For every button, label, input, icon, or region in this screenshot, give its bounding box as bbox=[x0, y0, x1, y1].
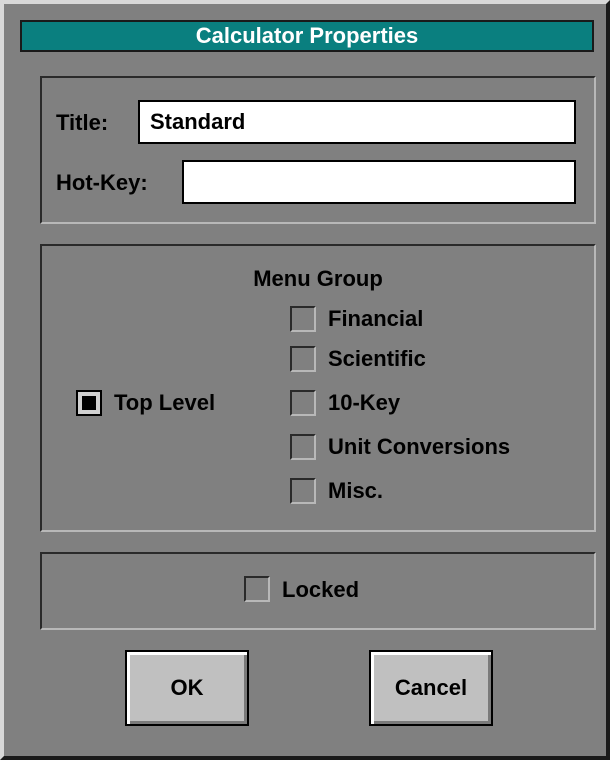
locked-label: Locked bbox=[282, 577, 360, 602]
scientific-label: Scientific bbox=[328, 346, 426, 371]
unit-conversions-checkbox[interactable] bbox=[290, 434, 316, 460]
menu-group-heading: Menu Group bbox=[253, 266, 383, 291]
checkbox-check-mark bbox=[82, 396, 96, 410]
calculator-properties-dialog: Calculator Properties Title: Hot-Key: Me… bbox=[0, 0, 610, 760]
title-input[interactable] bbox=[138, 100, 576, 144]
ok-button[interactable]: OK bbox=[125, 650, 249, 726]
financial-checkbox[interactable] bbox=[290, 306, 316, 332]
hotkey-input[interactable] bbox=[182, 160, 576, 204]
menu-group-box: Menu Group Top Level Financial Scientifi… bbox=[40, 244, 596, 532]
cancel-button[interactable]: Cancel bbox=[369, 650, 493, 726]
unit-conversions-label: Unit Conversions bbox=[328, 434, 511, 459]
locked-checkbox[interactable] bbox=[244, 576, 270, 602]
financial-label: Financial bbox=[328, 306, 424, 331]
misc-checkbox[interactable] bbox=[290, 478, 316, 504]
scientific-checkbox[interactable] bbox=[290, 346, 316, 372]
hotkey-label: Hot-Key: bbox=[56, 170, 148, 195]
ten-key-label: 10-Key bbox=[328, 390, 401, 415]
title-hotkey-group: Title: Hot-Key: bbox=[40, 76, 596, 224]
misc-label: Misc. bbox=[328, 478, 384, 503]
dialog-title: Calculator Properties bbox=[20, 20, 594, 52]
ten-key-checkbox[interactable] bbox=[290, 390, 316, 416]
title-label: Title: bbox=[56, 110, 109, 135]
locked-group: Locked bbox=[40, 552, 596, 630]
top-level-label: Top Level bbox=[114, 390, 216, 415]
top-level-checkbox[interactable] bbox=[76, 390, 102, 416]
